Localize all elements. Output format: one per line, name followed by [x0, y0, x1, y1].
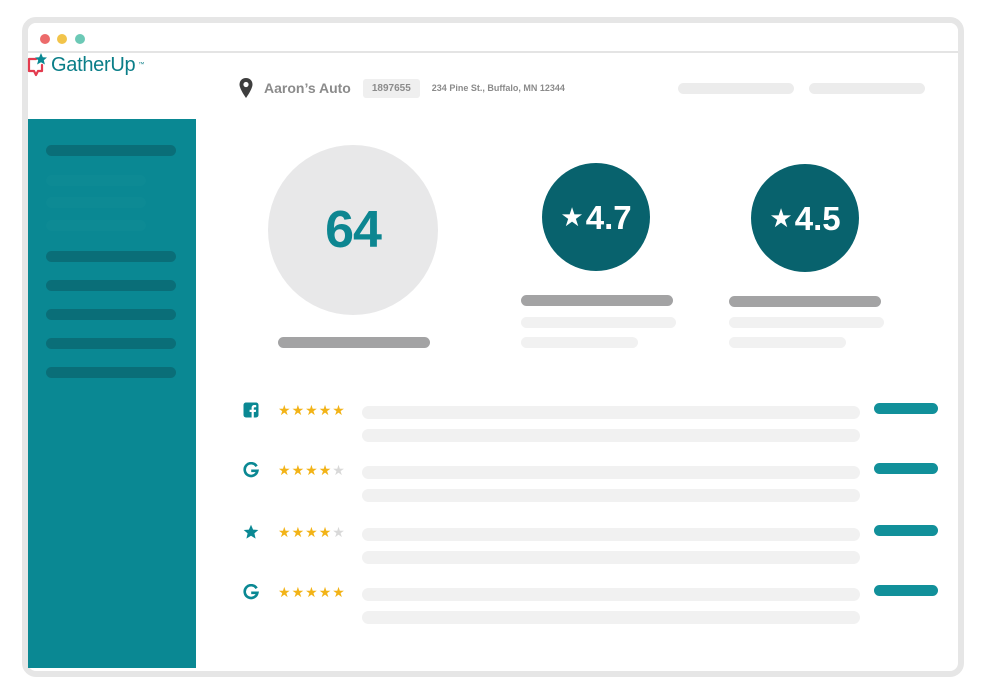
logo-bubble-icon [27, 53, 47, 77]
google-icon [243, 462, 259, 478]
star-icon: ★ [560, 202, 584, 232]
facebook-icon [243, 402, 259, 418]
filled-star-icon: ★ [318, 462, 332, 478]
sidebar-subitem-3[interactable] [46, 220, 146, 231]
header-placeholder-1[interactable] [678, 83, 794, 94]
rating-circle-2: ★ 4.5 [751, 164, 859, 272]
empty-star-icon: ★ [332, 462, 345, 478]
review-text-placeholder [362, 588, 860, 601]
business-id-badge: 1897655 [362, 78, 420, 98]
minimize-window-dot[interactable] [57, 34, 67, 44]
filled-star-icon: ★ [278, 524, 291, 540]
review-action-button[interactable] [874, 585, 938, 596]
rating-value-2: 4.5 [794, 199, 841, 237]
rating-value-1: 4.7 [585, 198, 632, 236]
review-action-button[interactable] [874, 403, 938, 414]
sidebar-subitem-2[interactable] [46, 197, 146, 208]
review-text-placeholder [362, 489, 860, 502]
sidebar-item-1[interactable] [46, 145, 176, 156]
score-label-placeholder [278, 337, 430, 348]
filled-star-icon: ★ [291, 584, 305, 600]
business-name: Aaron’s Auto [264, 80, 351, 96]
filled-star-icon: ★ [332, 584, 345, 600]
filled-star-icon: ★ [278, 584, 291, 600]
empty-star-icon: ★ [332, 524, 345, 540]
score-value: 64 [325, 201, 382, 259]
header-placeholder-2[interactable] [809, 83, 925, 94]
map-pin-icon [239, 78, 253, 98]
review-text-placeholder [362, 528, 860, 541]
filled-star-icon: ★ [278, 462, 291, 478]
rating-1-label-placeholder [521, 295, 673, 306]
rating-1-detail-placeholder-1 [521, 317, 676, 328]
maximize-window-dot[interactable] [75, 34, 85, 44]
review-text-placeholder [362, 429, 860, 442]
rating-2-detail-placeholder-1 [729, 317, 884, 328]
filled-star-icon: ★ [278, 402, 291, 418]
filled-star-icon: ★ [291, 402, 305, 418]
review-text-placeholder [362, 466, 860, 479]
review-star-rating: ★ ★ ★ ★ ★ [278, 462, 345, 478]
logo-trademark: ™ [138, 62, 145, 68]
review-star-rating: ★ ★ ★ ★ ★ [278, 402, 345, 418]
filled-star-icon: ★ [291, 462, 305, 478]
business-header: Aaron’s Auto 1897655 234 Pine St., Buffa… [238, 76, 565, 100]
sidebar-item-6[interactable] [46, 367, 176, 378]
star-icon [243, 524, 259, 540]
filled-star-icon: ★ [332, 402, 345, 418]
review-action-button[interactable] [874, 525, 938, 536]
review-text-placeholder [362, 611, 860, 624]
google-icon [243, 584, 259, 600]
sidebar-item-3[interactable] [46, 280, 176, 291]
review-text-placeholder [362, 551, 860, 564]
business-address: 234 Pine St., Buffalo, MN 12344 [431, 83, 565, 93]
rating-1-detail-placeholder-2 [521, 337, 638, 348]
review-star-rating: ★ ★ ★ ★ ★ [278, 524, 345, 540]
review-action-button[interactable] [874, 463, 938, 474]
sidebar-subitem-1[interactable] [46, 175, 146, 186]
logo-text: GatherUp [51, 53, 136, 76]
filled-star-icon: ★ [318, 584, 332, 600]
filled-star-icon: ★ [291, 524, 305, 540]
review-star-rating: ★ ★ ★ ★ ★ [278, 584, 345, 600]
filled-star-icon: ★ [318, 524, 332, 540]
close-window-dot[interactable] [40, 34, 50, 44]
sidebar-item-2[interactable] [46, 251, 176, 262]
filled-star-icon: ★ [305, 462, 318, 478]
sidebar-item-5[interactable] [46, 338, 176, 349]
filled-star-icon: ★ [305, 584, 318, 600]
title-bar [28, 23, 958, 53]
sidebar [28, 119, 196, 668]
score-circle: 64 [268, 145, 438, 315]
rating-circle-1: ★ 4.7 [542, 163, 650, 271]
gatherup-logo[interactable]: GatherUp ™ [26, 52, 144, 78]
filled-star-icon: ★ [305, 402, 318, 418]
rating-2-detail-placeholder-2 [729, 337, 846, 348]
filled-star-icon: ★ [318, 402, 332, 418]
star-icon: ★ [769, 203, 793, 233]
filled-star-icon: ★ [305, 524, 318, 540]
rating-2-label-placeholder [729, 296, 881, 307]
sidebar-item-4[interactable] [46, 309, 176, 320]
review-text-placeholder [362, 406, 860, 419]
